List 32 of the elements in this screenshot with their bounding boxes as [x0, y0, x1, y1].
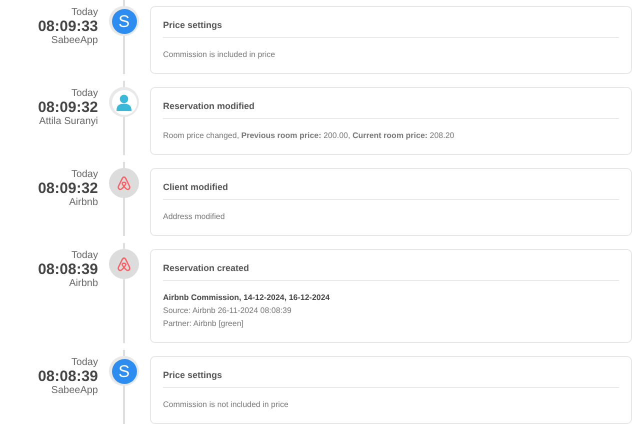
event-title: Client modified	[163, 181, 619, 200]
event-day: Today	[71, 7, 98, 19]
event-time: 08:09:33	[38, 19, 98, 35]
event-detail: Partner: Airbnb [green]	[163, 318, 244, 329]
event-title: Price settings	[163, 369, 619, 388]
event-author: Attila Suranyi	[39, 116, 98, 128]
airbnb-logo-icon	[117, 176, 131, 190]
event-day: Today	[71, 250, 98, 262]
event-title: Price settings	[163, 19, 619, 38]
event-detail: Address modified	[163, 211, 226, 222]
event-time: 08:08:39	[38, 369, 98, 385]
airbnb-logo-icon	[117, 256, 131, 272]
event-title: Reservation created	[163, 262, 619, 281]
event-detail: Commission is included in price	[163, 49, 276, 60]
event-author: Airbnb	[69, 197, 98, 209]
event-day: Today	[71, 88, 98, 100]
event-author: SabeeApp	[51, 385, 98, 397]
avatar-badge: S	[109, 6, 139, 36]
event-detail: Airbnb Commission, 14-12-2024, 16-12-2024	[163, 292, 331, 303]
event-day: Today	[71, 357, 98, 369]
avatar-badge: S	[109, 356, 139, 386]
event-title: Reservation modified	[163, 100, 619, 119]
event-author: SabeeApp	[51, 35, 98, 47]
person-icon	[116, 94, 132, 110]
event-author: Airbnb	[69, 278, 98, 290]
event-detail: Source: Airbnb 26-11-2024 08:08:39	[163, 305, 292, 316]
event-detail: Room price changed, Previous room price: 200.00, Current room price: 208.20	[163, 130, 456, 141]
event-time: 08:08:39	[38, 262, 98, 278]
event-day: Today	[71, 169, 98, 181]
event-detail: Commission is not included in price	[163, 399, 290, 410]
event-time: 08:09:32	[38, 181, 98, 197]
event-time: 08:09:32	[38, 100, 98, 116]
